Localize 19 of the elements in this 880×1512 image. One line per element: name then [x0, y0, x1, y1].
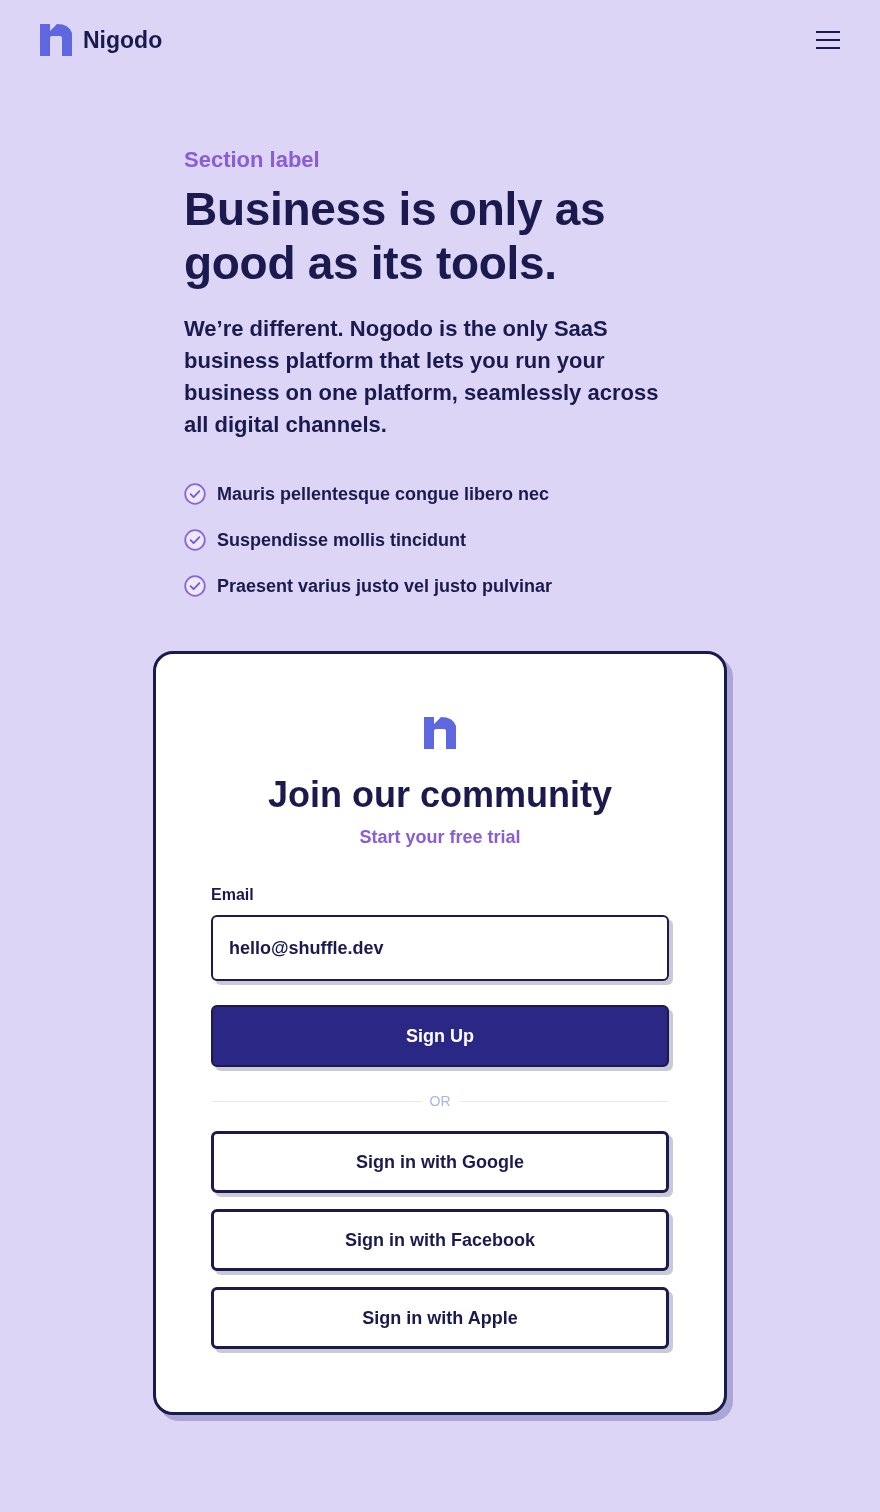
feature-text: Suspendisse mollis tincidunt: [217, 529, 467, 552]
card-subtitle: Start your free trial: [359, 826, 521, 849]
feature-text: Mauris pellentesque congue libero nec: [217, 483, 550, 506]
divider-text: OR: [429, 1092, 451, 1111]
check-circle-icon: [184, 529, 206, 551]
hero-description: We’re different. Nogodo is the only SaaS business platform that lets you run your business on one platform, seamlessly across all digital channels.: [184, 315, 660, 439]
check-circle-icon: [184, 575, 206, 597]
menu-icon: [816, 31, 840, 49]
section-label: Section label: [184, 146, 321, 174]
feature-text: Praesent varius justo vel justo pulvinar: [217, 575, 553, 598]
email-label: Email: [211, 885, 254, 905]
brand-name: Nigodo: [83, 26, 163, 54]
logo-icon: [424, 717, 456, 749]
logo-icon: [40, 24, 72, 56]
email-input[interactable]: hello@shuffle.dev: [211, 915, 669, 981]
card-title: Join our community: [267, 773, 613, 817]
check-circle-icon: [184, 483, 206, 505]
menu-button[interactable]: [816, 31, 840, 49]
hero-title: Business is only as good as its tools.: [184, 182, 607, 290]
